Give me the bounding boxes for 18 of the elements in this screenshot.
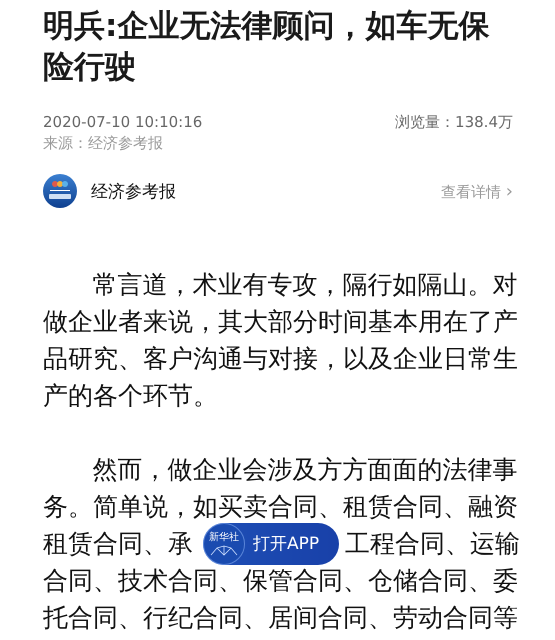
- paragraph-line: 品研究、客户沟通与对接，以及企业日常生: [43, 343, 518, 375]
- paragraph-line: 务。简单说，如买卖合同、租赁合同、融资: [43, 491, 518, 523]
- paragraph-line: 然而，做企业会涉及方方面面的法律事: [92, 454, 518, 486]
- publish-date: 2020-07-10 10:10:16: [43, 112, 202, 132]
- article-title: 明兵:企业无法律顾问，如车无保险行驶: [43, 7, 490, 87]
- paragraph-line: 做企业者来说，其大部分时间基本用在了产: [43, 306, 518, 338]
- view-count: 浏览量：138.4万: [395, 112, 513, 132]
- paragraph-line: 合同、技术合同、保管合同、仓储合同、委: [43, 565, 518, 597]
- paragraph-line: 工程合同、运输: [345, 528, 520, 560]
- paragraph-line: 租赁合同、承: [43, 528, 193, 560]
- open-app-button[interactable]: 新华社 打开APP: [203, 522, 339, 564]
- source-label: 来源：经济参考报: [43, 133, 164, 154]
- xinhua-logo: 新华社: [203, 522, 245, 564]
- author-name[interactable]: 经济参考报: [91, 180, 176, 202]
- paragraph-line: 托合同、行纪合同、居间合同、劳动合同等: [43, 602, 518, 634]
- paragraph-line: 产的各个环节。: [43, 380, 218, 412]
- logo-icon: [43, 174, 77, 208]
- paragraph-line: 常言道，术业有专攻，隔行如隔山。对: [92, 269, 518, 301]
